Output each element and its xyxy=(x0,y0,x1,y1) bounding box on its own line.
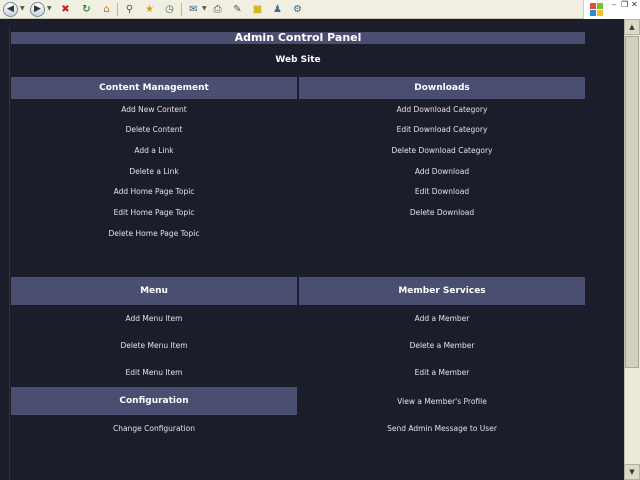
stop-icon[interactable]: ✖ xyxy=(58,2,73,17)
research-icon[interactable]: ⚙ xyxy=(290,2,305,17)
window-controls: – ❐ ✕ xyxy=(583,0,640,19)
divider xyxy=(9,26,10,480)
section-downloads-heading: Downloads xyxy=(299,77,585,99)
link-add-home-page-topic[interactable]: Add Home Page Topic xyxy=(11,186,297,198)
page-subtitle: Web Site xyxy=(275,55,321,65)
link-delete-content[interactable]: Delete Content xyxy=(11,124,297,136)
link-edit-download-category[interactable]: Edit Download Category xyxy=(299,124,585,136)
restore-icon[interactable]: ❐ xyxy=(621,1,628,9)
favorites-icon[interactable]: ★ xyxy=(142,2,157,17)
mail-dropdown-icon[interactable]: ▼ xyxy=(202,5,207,12)
link-edit-menu-item[interactable]: Edit Menu Item xyxy=(11,367,297,379)
print-icon[interactable]: ⎙ xyxy=(210,2,225,17)
forward-icon[interactable]: ▶ xyxy=(30,2,45,17)
link-add-new-content[interactable]: Add New Content xyxy=(11,104,297,116)
section-menu-heading: Menu xyxy=(11,277,297,305)
link-change-configuration[interactable]: Change Configuration xyxy=(11,423,297,435)
link-delete-download[interactable]: Delete Download xyxy=(299,207,585,219)
browser-toolbar: ◀ ▼ ▶ ▼ ✖ ↻ ⌂ ⚲ ★ ◷ ✉ ▼ ⎙ ✎ ■ ♟ ⚙ – ❐ ✕ xyxy=(0,0,640,19)
link-edit-download[interactable]: Edit Download xyxy=(299,186,585,198)
page-content: Admin Control Panel Web Site Content Man… xyxy=(0,19,624,480)
link-add-download-category[interactable]: Add Download Category xyxy=(299,104,585,116)
section-content-management-heading: Content Management xyxy=(11,77,297,99)
scrollbar-thumb[interactable] xyxy=(625,36,639,368)
link-add-menu-item[interactable]: Add Menu Item xyxy=(11,313,297,325)
link-add-download[interactable]: Add Download xyxy=(299,166,585,178)
scroll-down-arrow-icon[interactable]: ▼ xyxy=(624,464,640,480)
mail-icon[interactable]: ✉ xyxy=(186,2,201,17)
back-icon[interactable]: ◀ xyxy=(3,2,18,17)
home-icon[interactable]: ⌂ xyxy=(99,2,114,17)
page-title: Admin Control Panel xyxy=(11,32,585,44)
link-delete-home-page-topic[interactable]: Delete Home Page Topic xyxy=(11,228,297,240)
forward-dropdown-icon[interactable]: ▼ xyxy=(47,5,52,12)
close-icon[interactable]: ✕ xyxy=(631,1,638,9)
toolbar-separator xyxy=(117,3,118,16)
link-view-member-profile[interactable]: View a Member's Profile xyxy=(299,396,585,408)
minimize-icon[interactable]: – xyxy=(612,1,616,9)
toolbar-separator xyxy=(181,3,182,16)
edit-icon[interactable]: ✎ xyxy=(230,2,245,17)
search-icon[interactable]: ⚲ xyxy=(122,2,137,17)
link-add-a-member[interactable]: Add a Member xyxy=(299,313,585,325)
messenger-icon[interactable]: ♟ xyxy=(270,2,285,17)
link-delete-a-link[interactable]: Delete a Link xyxy=(11,166,297,178)
history-icon[interactable]: ◷ xyxy=(162,2,177,17)
windows-logo-icon xyxy=(590,3,603,16)
refresh-icon[interactable]: ↻ xyxy=(79,2,94,17)
scroll-up-arrow-icon[interactable]: ▲ xyxy=(624,19,640,35)
section-member-services-heading: Member Services xyxy=(299,277,585,305)
link-delete-a-member[interactable]: Delete a Member xyxy=(299,340,585,352)
section-configuration-heading: Configuration xyxy=(11,387,297,415)
link-delete-download-category[interactable]: Delete Download Category xyxy=(299,145,585,157)
link-edit-home-page-topic[interactable]: Edit Home Page Topic xyxy=(11,207,297,219)
link-edit-a-member[interactable]: Edit a Member xyxy=(299,367,585,379)
discuss-icon[interactable]: ■ xyxy=(250,2,265,17)
back-dropdown-icon[interactable]: ▼ xyxy=(20,5,25,12)
browser-window: ◀ ▼ ▶ ▼ ✖ ↻ ⌂ ⚲ ★ ◷ ✉ ▼ ⎙ ✎ ■ ♟ ⚙ – ❐ ✕ … xyxy=(0,0,640,480)
link-delete-menu-item[interactable]: Delete Menu Item xyxy=(11,340,297,352)
link-add-a-link[interactable]: Add a Link xyxy=(11,145,297,157)
link-send-admin-message[interactable]: Send Admin Message to User xyxy=(299,423,585,435)
